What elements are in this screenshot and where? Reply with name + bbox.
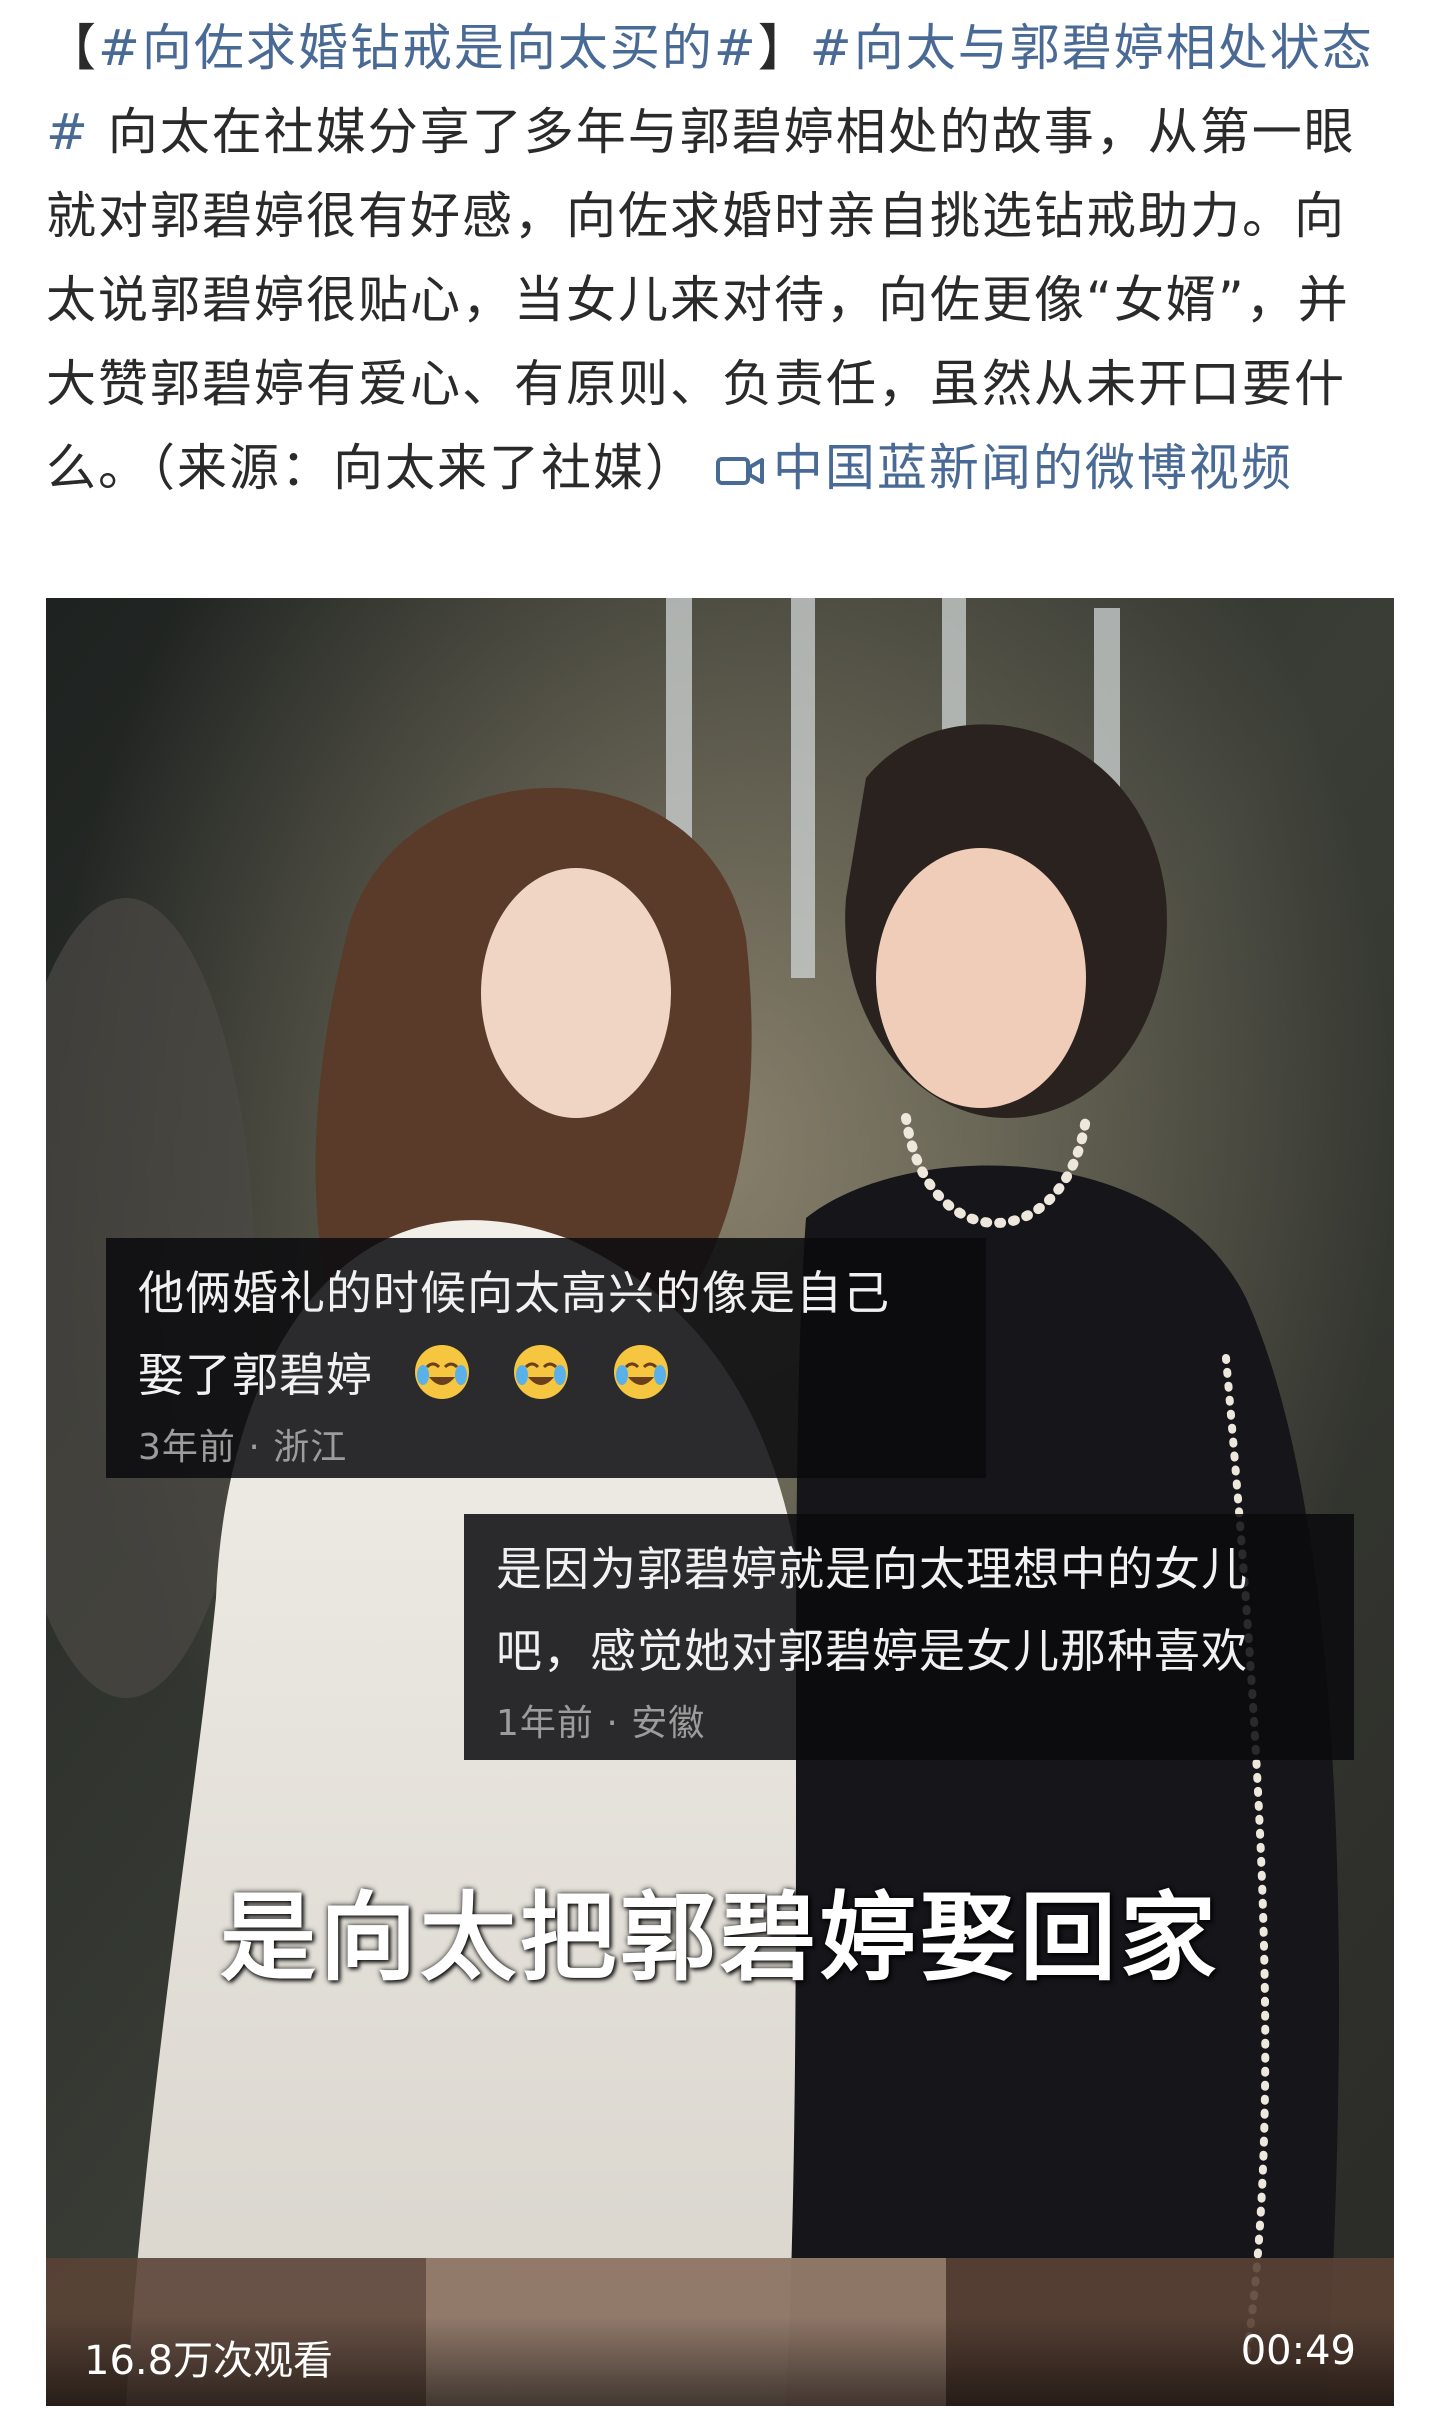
crying-laughing-emoji <box>414 1345 469 1399</box>
comment2-line1: 是因为郭碧婷就是向太理想中的女儿 <box>496 1542 1248 1596</box>
video-duration: 00:49 <box>1240 2328 1356 2374</box>
video-link[interactable]: 中国蓝新闻的微博视频 <box>715 439 1293 497</box>
comment2-line2: 吧，感觉她对郭碧婷是女儿那种喜欢 <box>496 1624 1248 1678</box>
comment1-line1: 他俩婚礼的时候向太高兴的像是自己 <box>138 1266 890 1320</box>
video-camera-icon <box>715 457 764 485</box>
post-body: 向太在社媒分享了多年与郭碧婷相处的故事，从第一眼就对郭碧婷很有好感，向佐求婚时亲… <box>46 103 1356 497</box>
video-player[interactable]: 他俩婚礼的时候向太高兴的像是自己 娶了郭碧婷 3年前 · 浙江 是因为郭碧婷就是… <box>46 598 1394 2406</box>
video-frame <box>46 598 1394 2406</box>
bracket-close: 】 <box>757 19 810 77</box>
video-link-text: 中国蓝新闻的微博视频 <box>772 439 1293 497</box>
video-subtitle: 是向太把郭碧婷娶回家 <box>220 1882 1220 1994</box>
danmaku-comment-2: 是因为郭碧婷就是向太理想中的女儿 吧，感觉她对郭碧婷是女儿那种喜欢 1年前 · … <box>464 1514 1354 1760</box>
crying-laughing-emoji <box>514 1345 569 1399</box>
emoji-group <box>413 1345 670 1402</box>
comment1-line2: 娶了郭碧婷 <box>138 1334 956 1416</box>
post-text: 【#向佐求婚钻戒是向太买的#】#向太与郭碧婷相处状态# 向太在社媒分享了多年与郭… <box>46 6 1396 510</box>
danmaku-comment-1: 他俩婚礼的时候向太高兴的像是自己 娶了郭碧婷 3年前 · 浙江 <box>106 1238 986 1478</box>
comment1-line2-text: 娶了郭碧婷 <box>138 1348 373 1402</box>
comment2-meta: 1年前 · 安徽 <box>496 1703 706 1744</box>
crying-laughing-emoji <box>613 1345 668 1399</box>
hashtag-link-1[interactable]: #向佐求婚钻戒是向太买的# <box>98 19 758 77</box>
bracket-open: 【 <box>46 19 98 77</box>
comment1-meta: 3年前 · 浙江 <box>138 1427 348 1468</box>
view-count: 16.8万次观看 <box>84 2338 334 2384</box>
